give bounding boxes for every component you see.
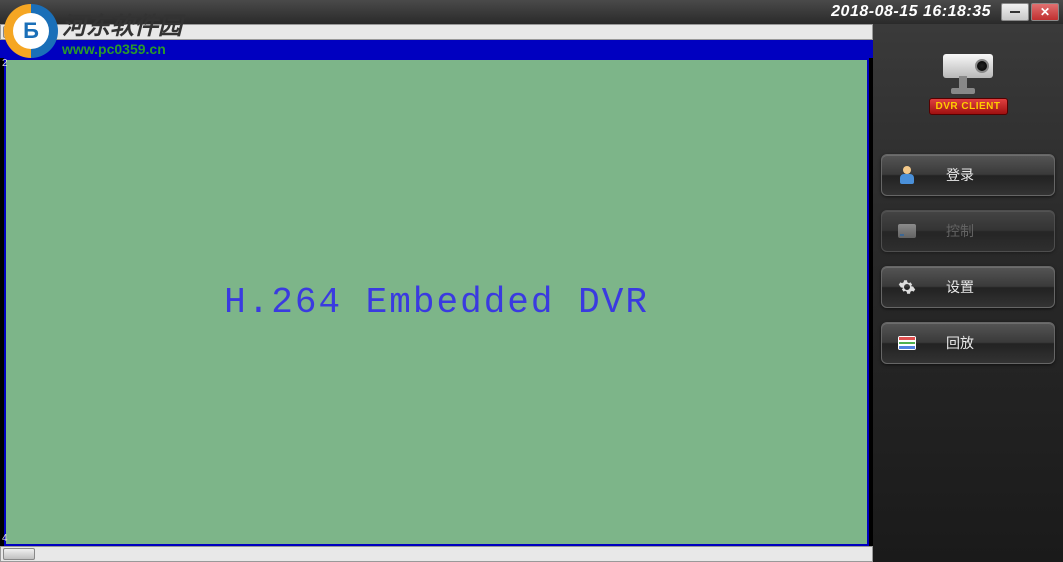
logo-area: DVR CLIENT <box>873 34 1063 134</box>
camera-icon <box>933 54 1003 94</box>
timestamp: 2018-08-15 16:18:35 <box>831 3 991 21</box>
video-frame[interactable]: H.264 Embedded DVR <box>4 58 869 546</box>
settings-button[interactable]: 设置 <box>881 266 1055 308</box>
video-selected-bar <box>0 40 873 58</box>
playback-button[interactable]: 回放 <box>881 322 1055 364</box>
main-area: 2 H.264 Embedded DVR 4 DVR CLIENT 登录 控制 <box>0 24 1063 562</box>
video-panel: 2 H.264 Embedded DVR 4 <box>0 24 873 562</box>
minimize-button[interactable] <box>1001 3 1029 21</box>
login-button[interactable]: 登录 <box>881 154 1055 196</box>
scrollbar-bottom[interactable] <box>0 546 873 562</box>
control-label: 控制 <box>946 221 974 241</box>
channel-label-2: 2 <box>2 58 8 69</box>
channel-label-4: 4 <box>2 533 8 544</box>
settings-label: 设置 <box>946 277 974 297</box>
disk-icon <box>896 220 918 242</box>
scrollbar-top[interactable] <box>0 24 873 40</box>
gear-icon <box>896 276 918 298</box>
dvr-client-badge: DVR CLIENT <box>929 98 1008 115</box>
playback-label: 回放 <box>946 333 974 353</box>
user-icon <box>896 164 918 186</box>
close-button[interactable]: ✕ <box>1031 3 1059 21</box>
side-panel: DVR CLIENT 登录 控制 设置 <box>873 24 1063 562</box>
playback-icon <box>896 332 918 354</box>
video-overlay-text: H.264 Embedded DVR <box>224 282 649 323</box>
login-label: 登录 <box>946 165 974 185</box>
titlebar: 2018-08-15 16:18:35 ✕ <box>0 0 1063 24</box>
side-buttons: 登录 控制 设置 回放 <box>873 154 1063 378</box>
control-button: 控制 <box>881 210 1055 252</box>
